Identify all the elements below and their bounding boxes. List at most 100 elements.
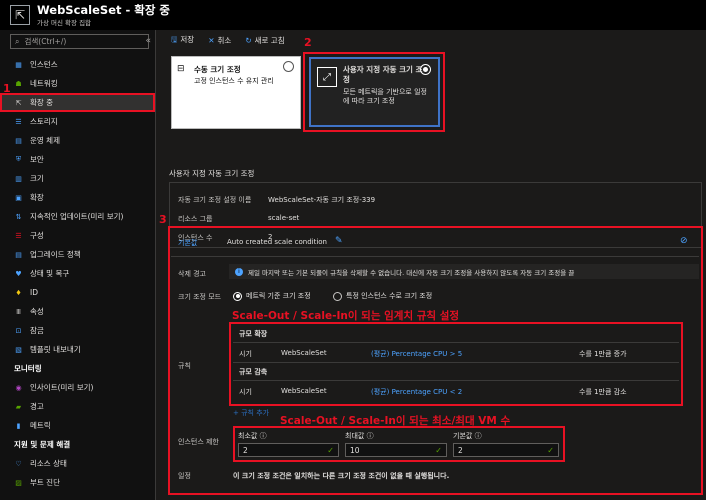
disable-icon[interactable]: ⊘	[680, 236, 688, 246]
valid-check-icon: ✓	[547, 445, 554, 455]
identity-icon: ♦	[15, 288, 22, 297]
sidebar-item-lock[interactable]: ⊡ 잠금	[0, 321, 155, 340]
rule-out-when: 시기	[239, 350, 252, 358]
properties-icon: Ⅲ	[16, 307, 21, 316]
divider	[171, 256, 699, 257]
manual-scale-card[interactable]: ⊟ 수동 크기 조정 고정 인스턴스 수 유지 관리	[171, 56, 301, 129]
sidebar-item-alerts[interactable]: ▰ 경고	[0, 397, 155, 416]
search-input[interactable]: ⌕ 검색(Ctrl+/)	[10, 34, 149, 49]
default-info-icon: ⓘ	[474, 432, 482, 440]
divider	[233, 342, 679, 343]
sidebar-item-os[interactable]: ▤ 운영 체제	[0, 131, 155, 150]
storage-icon: ☰	[15, 117, 22, 126]
insights-icon: ◉	[15, 383, 22, 392]
size-icon: ▥	[15, 174, 22, 183]
sidebar-item-identity[interactable]: ♦ ID	[0, 283, 155, 302]
sidebar-item-properties[interactable]: Ⅲ 속성	[0, 302, 155, 321]
sidebar-item-networking[interactable]: ☗ 네트워킹	[0, 74, 155, 93]
os-icon: ▤	[15, 136, 22, 145]
sidebar-item-label: ID	[30, 288, 38, 297]
sidebar-item-label: 운영 체제	[30, 136, 60, 145]
manual-scale-radio[interactable]	[283, 61, 294, 72]
sidebar-item-insights[interactable]: ◉ 인사이트(미리 보기)	[0, 378, 155, 397]
refresh-button[interactable]: ↻ 새로 고침	[245, 35, 284, 46]
scale-mode-label: 크기 조정 모드	[178, 293, 222, 301]
collapse-menu-button[interactable]: «	[145, 36, 151, 46]
mode-instance-radio[interactable]	[333, 291, 342, 301]
toolbar: 🖫 저장 ✕ 취소 ↻ 새로 고침	[157, 30, 706, 50]
resource-menu: ⌕ 검색(Ctrl+/) « ▦ 인스턴스 ☗ 네트워킹 ⇱ 확장 중 ☰ 스토리지 ▤ 운영 체…	[0, 30, 156, 500]
condition-name[interactable]: Auto created scale condition	[227, 238, 327, 246]
sidebar-item-label: 인사이트(미리 보기)	[30, 383, 94, 392]
sidebar-item-label: 구성	[30, 231, 44, 240]
sidebar-item-storage[interactable]: ☰ 스토리지	[0, 112, 155, 131]
custom-autoscale-card[interactable]: ⤢ 사용자 지정 자동 크기 조정 모든 메트릭을 기반으로 일정에 따라 크기…	[309, 57, 440, 127]
annotation-rules: Scale-Out / Scale-In이 되는 임계치 규칙 설정	[232, 310, 460, 322]
sidebar-item-label: 리소스 상태	[30, 459, 67, 468]
rule-in-when: 시기	[239, 388, 252, 396]
scale-in-header: 규모 감축	[239, 368, 268, 376]
default-instances-input[interactable]: 2 ✓	[453, 443, 559, 457]
cancel-button[interactable]: ✕ 취소	[208, 35, 231, 46]
sidebar-item-scaling[interactable]: ⇱ 확장 중	[0, 93, 155, 112]
scale-set-icon: ⇱	[10, 5, 30, 25]
save-button[interactable]: 🖫 저장	[171, 34, 194, 47]
default-label: 기본값 ⓘ	[453, 432, 482, 440]
instance-limits-label: 인스턴스 제한	[178, 438, 219, 446]
delete-warning-banner: i 제일 마지막 또는 기본 되풀이 규칙을 삭제할 수 없습니다. 대신에 자…	[229, 264, 699, 279]
edit-icon[interactable]: ✎	[335, 236, 343, 246]
mode-metric-radio[interactable]	[233, 291, 242, 301]
min-info-icon: ⓘ	[259, 432, 267, 440]
rule-in-resource: WebScaleSet	[281, 387, 327, 395]
rule-out-resource: WebScaleSet	[281, 349, 327, 357]
sidebar-item-label: 경고	[30, 402, 44, 411]
rules-table: 규모 확장 시기 WebScaleSet (평균) Percentage CPU…	[229, 322, 683, 406]
sidebar-item-security[interactable]: ⛨ 보안	[0, 150, 155, 169]
sidebar-item-label: 지속적인 업데이트(미리 보기)	[30, 212, 124, 221]
sidebar-item-upgrade[interactable]: ▤ 업그레이드 정책	[0, 245, 155, 264]
add-rule-link[interactable]: + 규칙 추가	[233, 408, 269, 418]
sidebar-item-label: 상태 및 복구	[30, 269, 70, 278]
rg-label: 리소스 그룹	[178, 215, 213, 223]
marker-1: 1	[3, 82, 11, 95]
sidebar-item-label: 확장	[30, 193, 44, 202]
main-content: 🖫 저장 ✕ 취소 ↻ 새로 고침 ⊟ 수동 크기 조정 고정 인스턴스 수 유지 관…	[157, 30, 706, 500]
info-icon: i	[235, 267, 243, 276]
sidebar-item-metrics[interactable]: ▮ 메트릭	[0, 416, 155, 435]
nav-list: ▦ 인스턴스 ☗ 네트워킹 ⇱ 확장 중 ☰ 스토리지 ▤ 운영 체제 ⛨ 보안 ▥ 크기 ▣ 확장 ⇅ 지속적인…	[0, 55, 155, 359]
scaling-icon: ⇱	[15, 98, 22, 107]
sidebar-item-label: 네트워킹	[30, 79, 58, 88]
config-icon: ☰	[15, 231, 22, 240]
update-icon: ⇅	[15, 212, 22, 221]
marker-2: 2	[304, 36, 312, 49]
marker-3: 3	[159, 213, 167, 226]
sidebar-item-update[interactable]: ⇅ 지속적인 업데이트(미리 보기)	[0, 207, 155, 226]
sidebar-item-label: 부트 진단	[30, 478, 60, 487]
sidebar-item-instances[interactable]: ▦ 인스턴스	[0, 55, 155, 74]
sidebar-item-label: 보안	[30, 155, 44, 164]
sidebar-item-resource-health[interactable]: ♡ 리소스 상태	[0, 454, 155, 473]
manual-scale-desc: 고정 인스턴스 수 유지 관리	[194, 77, 274, 85]
schedule-label: 일정	[178, 472, 191, 480]
sidebar-item-label: 크기	[30, 174, 44, 183]
min-instances-input[interactable]: 2 ✓	[238, 443, 339, 457]
sidebar-item-extensions[interactable]: ▣ 확장	[0, 188, 155, 207]
refresh-icon: ↻	[245, 35, 252, 45]
rule-out-condition[interactable]: (평균) Percentage CPU > 5	[371, 349, 462, 359]
sidebar-item-config[interactable]: ☰ 구성	[0, 226, 155, 245]
custom-autoscale-radio[interactable]	[420, 64, 431, 75]
sidebar-item-template[interactable]: ▧ 템플릿 내보내기	[0, 340, 155, 359]
resource-health-icon: ♡	[15, 459, 22, 468]
mode-instance-option[interactable]: 특정 인스턴스 수로 크기 조정	[333, 291, 432, 301]
mode-metric-option[interactable]: 메트릭 기준 크기 조정	[233, 291, 311, 301]
name-label: 자동 크기 조정 설정 이름	[178, 196, 252, 204]
custom-autoscale-desc: 모든 메트릭을 기반으로 일정에 따라 크기 조정	[343, 88, 427, 105]
max-instances-input[interactable]: 10 ✓	[345, 443, 447, 457]
sidebar-item-health[interactable]: ♥ 상태 및 복구	[0, 264, 155, 283]
sidebar-item-boot-diag[interactable]: ▨ 부트 진단	[0, 473, 155, 492]
metrics-icon: ▮	[16, 421, 21, 430]
autoscale-icon: ⤢	[317, 67, 337, 87]
rule-in-condition[interactable]: (평균) Percentage CPU < 2	[371, 387, 462, 397]
blade-header: ⇱ WebScaleSet - 확장 중 가상 머신 확장 집합	[0, 0, 706, 30]
sidebar-item-size[interactable]: ▥ 크기	[0, 169, 155, 188]
